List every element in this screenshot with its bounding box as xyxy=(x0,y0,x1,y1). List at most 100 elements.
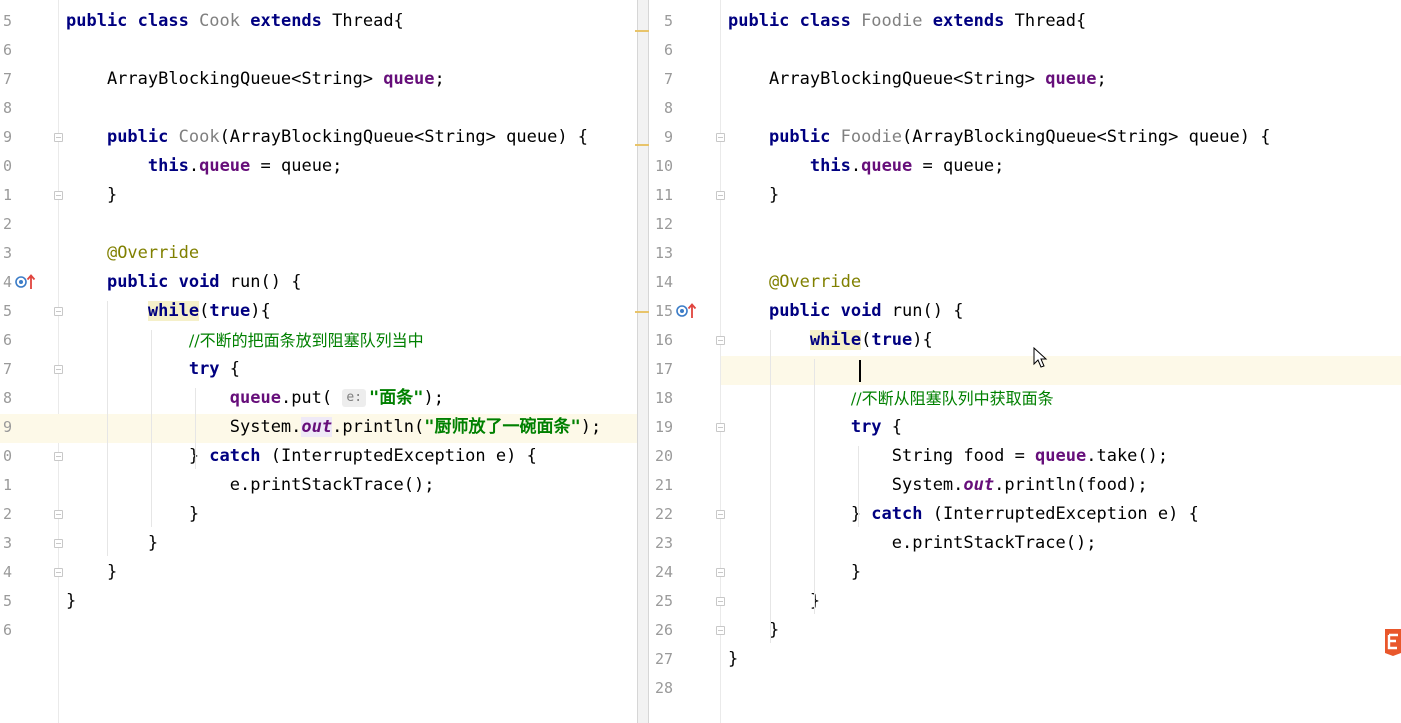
fold-toggle-icon[interactable] xyxy=(54,568,63,577)
code-line[interactable]: public void run() { xyxy=(66,268,637,297)
code-line[interactable]: } xyxy=(66,529,637,558)
code-line[interactable]: public void run() { xyxy=(728,297,1401,326)
fold-toggle-icon[interactable] xyxy=(716,626,725,635)
code-line[interactable] xyxy=(728,94,1401,123)
line-number[interactable]: 0 xyxy=(0,152,12,181)
code-line[interactable]: } catch (InterruptedException e) { xyxy=(728,500,1401,529)
code-line[interactable]: public class Cook extends Thread{ xyxy=(66,7,637,36)
line-number[interactable]: 9 xyxy=(0,413,12,442)
code-line[interactable] xyxy=(66,616,637,645)
line-number[interactable]: 1 xyxy=(0,181,12,210)
line-number[interactable]: 11 xyxy=(649,181,673,210)
fold-toggle-icon[interactable] xyxy=(716,568,725,577)
override-method-icon[interactable] xyxy=(676,301,698,321)
line-number[interactable]: 20 xyxy=(649,442,673,471)
editor-pane-foodie[interactable]: public class Foodie extends Thread{ Arra… xyxy=(649,0,1401,723)
line-number[interactable]: 7 xyxy=(0,65,12,94)
fold-toggle-icon[interactable] xyxy=(716,191,725,200)
code-line[interactable]: public Cook(ArrayBlockingQueue<String> q… xyxy=(66,123,637,152)
line-number[interactable]: 19 xyxy=(649,413,673,442)
fold-toggle-icon[interactable] xyxy=(54,133,63,142)
line-number[interactable]: 5 xyxy=(649,7,673,36)
fold-toggle-icon[interactable] xyxy=(716,133,725,142)
code-line[interactable] xyxy=(728,210,1401,239)
fold-toggle-icon[interactable] xyxy=(716,336,725,345)
line-number[interactable]: 24 xyxy=(649,558,673,587)
code-line[interactable]: String food = queue.take(); xyxy=(728,442,1401,471)
code-line[interactable]: e.printStackTrace(); xyxy=(728,529,1401,558)
code-line[interactable]: } xyxy=(66,181,637,210)
code-line[interactable]: } xyxy=(66,587,637,616)
fold-toggle-icon[interactable] xyxy=(716,597,725,606)
code-line[interactable] xyxy=(728,355,1401,384)
code-line[interactable]: @Override xyxy=(728,268,1401,297)
line-number[interactable]: 7 xyxy=(0,355,12,384)
line-number[interactable]: 23 xyxy=(649,529,673,558)
code-line[interactable] xyxy=(66,210,637,239)
line-number[interactable]: 3 xyxy=(0,239,12,268)
code-line[interactable]: public class Foodie extends Thread{ xyxy=(728,7,1401,36)
line-number[interactable]: 6 xyxy=(0,616,12,645)
line-number[interactable]: 13 xyxy=(649,239,673,268)
code-line[interactable]: public Foodie(ArrayBlockingQueue<String>… xyxy=(728,123,1401,152)
code-line[interactable]: } xyxy=(728,645,1401,674)
code-line[interactable] xyxy=(66,94,637,123)
line-number[interactable]: 28 xyxy=(649,674,673,703)
code-line[interactable]: this.queue = queue; xyxy=(66,152,637,181)
line-number[interactable]: 0 xyxy=(0,442,12,471)
code-line[interactable]: ArrayBlockingQueue<String> queue; xyxy=(66,65,637,94)
line-number[interactable]: 14 xyxy=(649,268,673,297)
code-line[interactable]: while(true){ xyxy=(728,326,1401,355)
fold-toggle-icon[interactable] xyxy=(54,307,63,316)
fold-toggle-icon[interactable] xyxy=(54,452,63,461)
line-number[interactable]: 8 xyxy=(649,94,673,123)
line-number[interactable]: 5 xyxy=(0,7,12,36)
code-line[interactable] xyxy=(728,239,1401,268)
line-number[interactable]: 4 xyxy=(0,558,12,587)
line-number[interactable]: 10 xyxy=(649,152,673,181)
line-number[interactable]: 18 xyxy=(649,384,673,413)
code-line[interactable]: } xyxy=(728,616,1401,645)
code-line[interactable] xyxy=(66,36,637,65)
line-number[interactable]: 8 xyxy=(0,384,12,413)
editor-pane-cook[interactable]: public class Cook extends Thread{ ArrayB… xyxy=(0,0,637,723)
code-line[interactable]: @Override xyxy=(66,239,637,268)
code-line[interactable]: } xyxy=(66,558,637,587)
line-number[interactable]: 2 xyxy=(0,500,12,529)
line-number[interactable]: 21 xyxy=(649,471,673,500)
fold-toggle-icon[interactable] xyxy=(54,510,63,519)
fold-toggle-icon[interactable] xyxy=(54,365,63,374)
code-line[interactable]: while(true){ xyxy=(66,297,637,326)
line-number[interactable]: 17 xyxy=(649,355,673,384)
line-number[interactable]: 26 xyxy=(649,616,673,645)
code-line[interactable]: } xyxy=(728,587,1401,616)
code-area[interactable]: public class Foodie extends Thread{ Arra… xyxy=(728,7,1401,723)
code-line[interactable]: this.queue = queue; xyxy=(728,152,1401,181)
override-method-icon[interactable] xyxy=(15,272,37,292)
line-number[interactable]: 3 xyxy=(0,529,12,558)
line-number[interactable]: 4 xyxy=(0,268,12,297)
fold-toggle-icon[interactable] xyxy=(54,539,63,548)
line-number[interactable]: 8 xyxy=(0,94,12,123)
fold-toggle-icon[interactable] xyxy=(716,510,725,519)
line-number[interactable]: 7 xyxy=(649,65,673,94)
line-number[interactable]: 9 xyxy=(649,123,673,152)
code-line[interactable]: } xyxy=(728,181,1401,210)
code-line[interactable]: } xyxy=(728,558,1401,587)
line-number[interactable]: 22 xyxy=(649,500,673,529)
editor-splitter[interactable] xyxy=(635,0,649,723)
code-line[interactable]: ArrayBlockingQueue<String> queue; xyxy=(728,65,1401,94)
line-number[interactable]: 6 xyxy=(649,36,673,65)
line-number[interactable]: 1 xyxy=(0,471,12,500)
line-number[interactable]: 6 xyxy=(0,36,12,65)
line-number[interactable]: 5 xyxy=(0,297,12,326)
code-line[interactable]: try { xyxy=(728,413,1401,442)
code-line[interactable]: //不断从阻塞队列中获取面条 xyxy=(728,384,1401,413)
code-line[interactable] xyxy=(728,36,1401,65)
line-number[interactable]: 12 xyxy=(649,210,673,239)
line-number[interactable]: 16 xyxy=(649,326,673,355)
line-number[interactable]: 5 xyxy=(0,587,12,616)
line-number[interactable]: 2 xyxy=(0,210,12,239)
code-line[interactable] xyxy=(728,674,1401,703)
fold-toggle-icon[interactable] xyxy=(54,191,63,200)
